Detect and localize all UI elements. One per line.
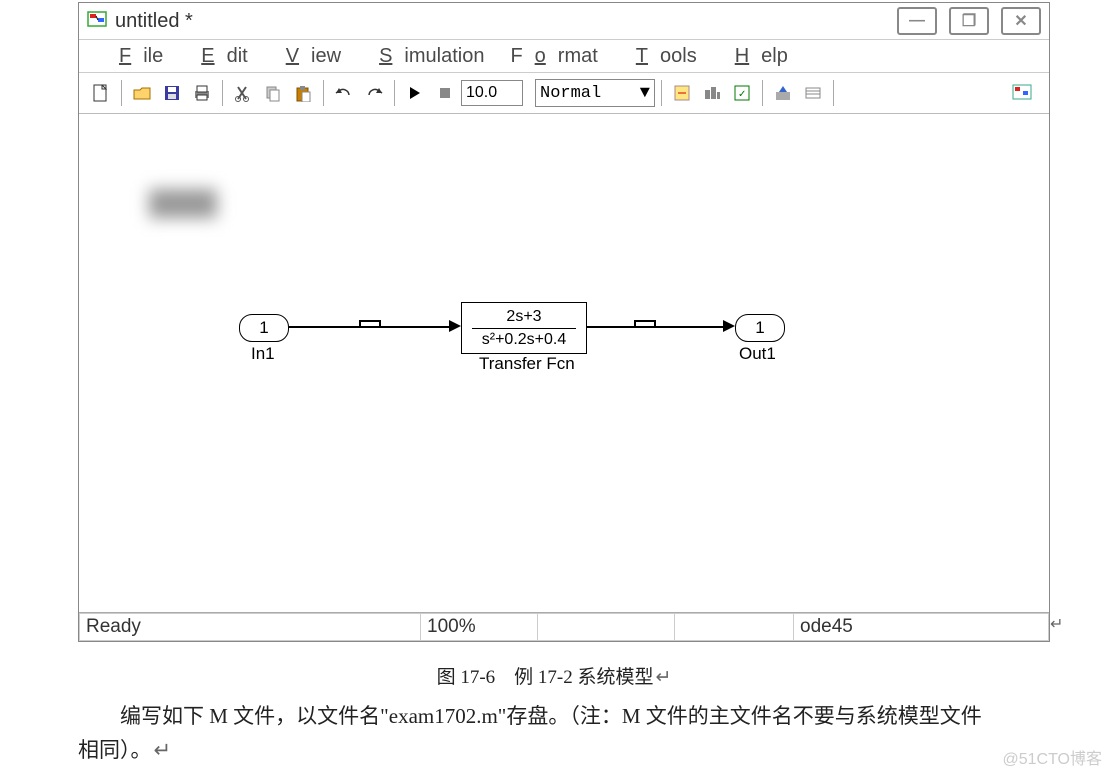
separator — [833, 80, 834, 106]
signal-bump — [634, 320, 654, 322]
toolbar-button-5[interactable] — [799, 79, 827, 107]
build-icon[interactable] — [769, 79, 797, 107]
title-bar: untitled * — ❐ ✕ — [79, 3, 1049, 39]
restore-button[interactable]: ❐ — [949, 7, 989, 35]
arrowhead-icon — [449, 320, 461, 332]
new-icon[interactable] — [87, 79, 115, 107]
transfer-fcn-block[interactable]: 2s+3 s²+0.2s+0.4 — [461, 302, 587, 354]
outport-number: 1 — [755, 318, 764, 338]
copy-icon[interactable] — [259, 79, 287, 107]
status-zoom: 100% — [421, 613, 538, 641]
menu-tools[interactable]: Tools — [612, 45, 709, 68]
separator — [121, 80, 122, 106]
close-button[interactable]: ✕ — [1001, 7, 1041, 35]
blurred-watermark: ████ — [105, 174, 261, 234]
signal-bump — [379, 320, 381, 326]
toolbar-button-3[interactable]: ✓ — [728, 79, 756, 107]
menu-file[interactable]: File — [95, 45, 175, 68]
menu-format[interactable]: Format — [498, 45, 609, 68]
svg-text:✓: ✓ — [738, 89, 746, 100]
inport-number: 1 — [259, 318, 268, 338]
tfcn-label: Transfer Fcn — [479, 354, 575, 374]
print-icon[interactable] — [188, 79, 216, 107]
simulation-time-input[interactable]: 10.0 — [461, 80, 523, 106]
separator — [222, 80, 223, 106]
menu-simulation[interactable]: Simulation — [355, 45, 496, 68]
status-bar: Ready 100% ode45 — [79, 612, 1049, 641]
toolbar-button-2[interactable] — [698, 79, 726, 107]
signal-line — [587, 326, 723, 328]
arrowhead-icon — [723, 320, 735, 332]
dropdown-icon: ▼ — [640, 84, 650, 103]
toolbar-button-1[interactable] — [668, 79, 696, 107]
signal-bump — [359, 320, 379, 322]
undo-icon[interactable] — [330, 79, 358, 107]
body-text: 编写如下 M 文件，以文件名"exam1702.m"存盘。（注：M 文件的主文件… — [78, 700, 1048, 767]
run-icon[interactable] — [401, 79, 429, 107]
paste-icon[interactable] — [289, 79, 317, 107]
window-title: untitled * — [115, 10, 193, 33]
status-blank1 — [538, 613, 675, 641]
mode-value: Normal — [540, 84, 601, 103]
model-canvas[interactable]: ████ 1 In1 2s+3 s²+0.2s+0.4 Transfer Fcn… — [79, 114, 1049, 612]
outport-block[interactable]: 1 — [735, 314, 785, 342]
separator — [394, 80, 395, 106]
signal-bump — [654, 320, 656, 326]
status-ready: Ready — [79, 613, 421, 641]
tfcn-denominator: s²+0.2s+0.4 — [482, 331, 567, 349]
stop-icon[interactable] — [431, 79, 459, 107]
menu-edit[interactable]: Edit — [177, 45, 259, 68]
open-icon[interactable] — [128, 79, 156, 107]
fraction-line — [472, 328, 576, 329]
cut-icon[interactable] — [229, 79, 257, 107]
inport-label: In1 — [251, 344, 275, 364]
minimize-button[interactable]: — — [897, 7, 937, 35]
toolbar: 10.0 Normal ▼ ✓ — [79, 73, 1049, 114]
separator — [323, 80, 324, 106]
figure-caption: 图 17-6 例 17-2 系统模型↵ — [0, 662, 1108, 689]
tfcn-numerator: 2s+3 — [506, 308, 541, 326]
simulation-mode-select[interactable]: Normal ▼ — [535, 79, 655, 107]
library-browser-icon[interactable] — [1009, 79, 1037, 107]
signal-line — [289, 326, 449, 328]
app-icon — [87, 11, 109, 31]
save-icon[interactable] — [158, 79, 186, 107]
menu-view[interactable]: View — [262, 45, 353, 68]
outport-label: Out1 — [739, 344, 776, 364]
menu-bar: File Edit View Simulation Format Tools H… — [79, 39, 1049, 73]
inport-block[interactable]: 1 — [239, 314, 289, 342]
main-window: untitled * — ❐ ✕ File Edit View Simulati… — [78, 2, 1050, 642]
menu-help[interactable]: Help — [711, 45, 800, 68]
separator — [762, 80, 763, 106]
status-solver: ode45 — [794, 613, 1049, 641]
window-controls: — ❐ ✕ — [897, 7, 1041, 35]
status-blank2 — [675, 613, 794, 641]
watermark: @51CTO博客 — [1002, 745, 1102, 769]
separator — [661, 80, 662, 106]
line-return-glyph: ↵ — [1050, 614, 1063, 634]
redo-icon[interactable] — [360, 79, 388, 107]
